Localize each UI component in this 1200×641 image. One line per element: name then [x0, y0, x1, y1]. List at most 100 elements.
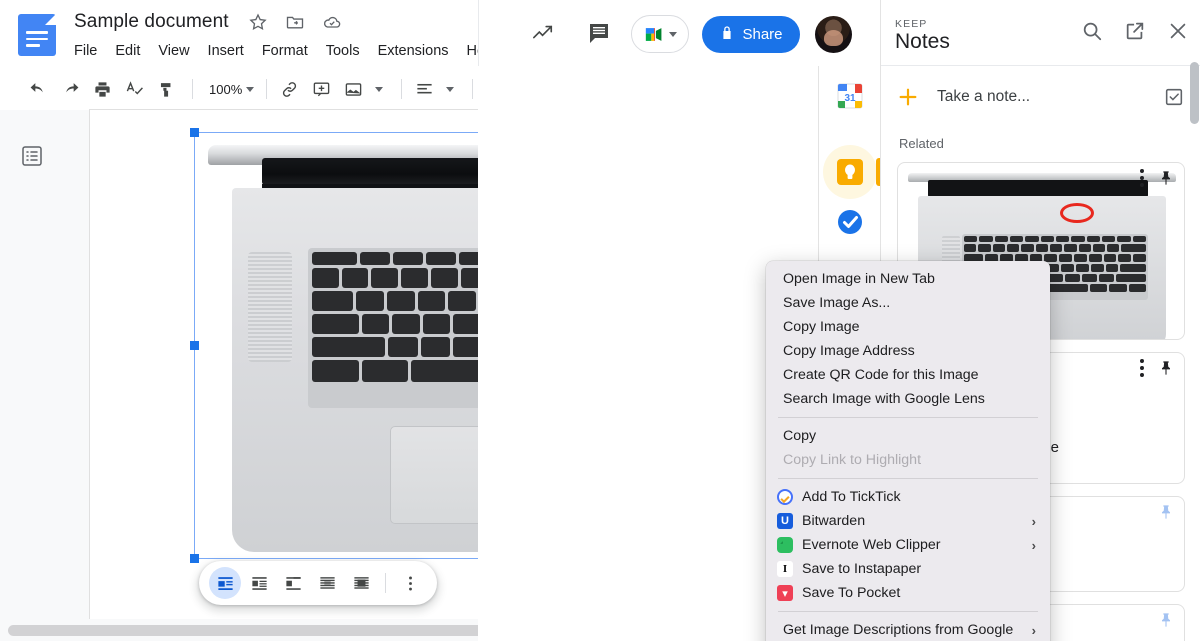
chevron-down-icon: [668, 31, 677, 37]
menu-divider: [778, 611, 1038, 612]
zoom-value: 100%: [209, 81, 243, 97]
google-meet-icon: [644, 26, 666, 43]
toolbar-divider: [472, 79, 474, 99]
image-options-toolbar: [199, 561, 437, 605]
zoom-selector[interactable]: 100%: [201, 76, 258, 102]
resize-handle-top-left[interactable]: [190, 128, 199, 137]
document-title[interactable]: Sample document: [74, 11, 229, 33]
wrap-in-front-of-text-button[interactable]: [345, 567, 377, 599]
chevron-right-icon: ›: [1031, 622, 1036, 638]
docs-header: Sample document File Edit View Insert Fo…: [0, 0, 478, 66]
note-card-actions: [1158, 611, 1174, 629]
menu-tools[interactable]: Tools: [326, 42, 360, 60]
document-horizontal-scrollbar-thumb[interactable]: [8, 625, 478, 636]
note-more-options-icon[interactable]: [1140, 169, 1144, 187]
image-options-chevron-icon[interactable]: [371, 75, 387, 103]
selected-image[interactable]: [190, 128, 478, 563]
context-menu-item-create-qr-code[interactable]: Create QR Code for this Image: [766, 363, 1050, 387]
context-menu-item-open-image-in-new-tab[interactable]: Open Image in New Tab: [766, 267, 1050, 291]
star-icon[interactable]: [248, 12, 268, 32]
menu-insert[interactable]: Insert: [208, 42, 244, 60]
document-outline-icon[interactable]: [20, 144, 44, 168]
google-tasks-icon[interactable]: [834, 206, 866, 238]
share-label: Share: [742, 26, 783, 43]
redo-icon[interactable]: [56, 75, 84, 103]
toolbar-divider: [401, 79, 403, 99]
menu-format[interactable]: Format: [262, 42, 308, 60]
context-menu-item-copy[interactable]: Copy: [766, 424, 1050, 448]
document-horizontal-scrollbar-track[interactable]: [0, 619, 478, 641]
context-menu-item-search-with-google-lens[interactable]: Search Image with Google Lens: [766, 387, 1050, 411]
wrap-inline-button[interactable]: [209, 567, 241, 599]
user-avatar[interactable]: [815, 16, 852, 53]
context-menu-item-get-image-descriptions[interactable]: Get Image Descriptions from Google ›: [766, 618, 1050, 641]
app-window: Sample document File Edit View Insert Fo…: [0, 0, 1200, 641]
align-chevron-icon[interactable]: [442, 75, 458, 103]
open-in-new-icon[interactable]: [1124, 20, 1146, 47]
pin-icon[interactable]: [1158, 611, 1174, 629]
menu-item-label: Save To Pocket: [802, 585, 901, 601]
context-menu-item-save-to-pocket[interactable]: ▾ Save To Pocket: [766, 581, 1050, 605]
insert-image-icon[interactable]: [339, 75, 367, 103]
menu-view[interactable]: View: [158, 42, 189, 60]
document-page[interactable]: [90, 110, 478, 626]
spellcheck-icon[interactable]: [120, 75, 148, 103]
resize-handle-bottom-left[interactable]: [190, 554, 199, 563]
context-menu-item-bitwarden[interactable]: U Bitwarden ›: [766, 509, 1050, 533]
print-icon[interactable]: [88, 75, 116, 103]
wrap-text-button[interactable]: [243, 567, 275, 599]
wrap-behind-text-button[interactable]: [311, 567, 343, 599]
add-note-plus-icon[interactable]: [897, 86, 919, 108]
google-keep-icon[interactable]: [834, 156, 866, 188]
note-red-annotation-ellipse: [1060, 203, 1094, 223]
move-to-folder-icon[interactable]: [285, 12, 305, 32]
context-menu-item-save-to-instapaper[interactable]: I Save to Instapaper: [766, 557, 1050, 581]
menu-extensions[interactable]: Extensions: [378, 42, 449, 60]
note-card-actions: [1140, 359, 1174, 377]
google-meet-button[interactable]: [631, 15, 689, 53]
pin-icon[interactable]: [1158, 359, 1174, 377]
context-menu-item-add-to-ticktick[interactable]: Add To TickTick: [766, 485, 1050, 509]
search-icon[interactable]: [1081, 20, 1103, 47]
context-menu-item-save-image-as[interactable]: Save Image As...: [766, 291, 1050, 315]
new-list-icon[interactable]: [1163, 86, 1185, 108]
image-more-options-icon[interactable]: [394, 567, 426, 599]
take-a-note-row[interactable]: Take a note...: [881, 66, 1200, 128]
menu-edit[interactable]: Edit: [115, 42, 140, 60]
keep-panel-scrollbar[interactable]: [1190, 62, 1199, 124]
resize-handle-middle-left[interactable]: [190, 340, 199, 350]
note-more-options-icon[interactable]: [1140, 359, 1144, 377]
context-menu-item-evernote-web-clipper[interactable]: Evernote Web Clipper ›: [766, 533, 1050, 557]
trending-icon[interactable]: [530, 22, 556, 44]
menu-item-label: Add To TickTick: [802, 489, 901, 505]
context-menu-item-copy-image-address[interactable]: Copy Image Address: [766, 339, 1050, 363]
menu-divider: [778, 417, 1038, 418]
bitwarden-icon: U: [777, 513, 793, 529]
align-icon[interactable]: [410, 75, 438, 103]
pin-icon[interactable]: [1158, 169, 1174, 187]
toolbar-divider: [385, 573, 386, 593]
share-button[interactable]: Share: [702, 16, 800, 53]
menu-file[interactable]: File: [74, 42, 97, 60]
take-a-note-label[interactable]: Take a note...: [937, 88, 1163, 106]
keep-panel-title: Notes: [895, 30, 950, 53]
menu-help[interactable]: Help: [467, 42, 478, 60]
menu-item-label: Copy: [783, 428, 817, 444]
paint-format-icon[interactable]: [152, 75, 180, 103]
docs-menubar: File Edit View Insert Format Tools Exten…: [74, 42, 478, 60]
instapaper-icon: I: [777, 561, 793, 577]
close-icon[interactable]: [1167, 20, 1189, 47]
wrap-break-text-button[interactable]: [277, 567, 309, 599]
google-docs-logo-icon: [18, 14, 56, 56]
insert-link-icon[interactable]: [275, 75, 303, 103]
cloud-saved-icon[interactable]: [322, 12, 342, 32]
menu-item-label: Create QR Code for this Image: [783, 367, 979, 383]
undo-icon[interactable]: [24, 75, 52, 103]
pin-icon[interactable]: [1158, 503, 1174, 521]
menu-item-label: Copy Link to Highlight: [783, 452, 922, 468]
note-card-actions: [1158, 503, 1174, 521]
add-comment-icon[interactable]: [307, 75, 335, 103]
context-menu-item-copy-image[interactable]: Copy Image: [766, 315, 1050, 339]
comment-history-icon[interactable]: [586, 21, 612, 45]
google-calendar-icon[interactable]: 31: [834, 80, 866, 112]
